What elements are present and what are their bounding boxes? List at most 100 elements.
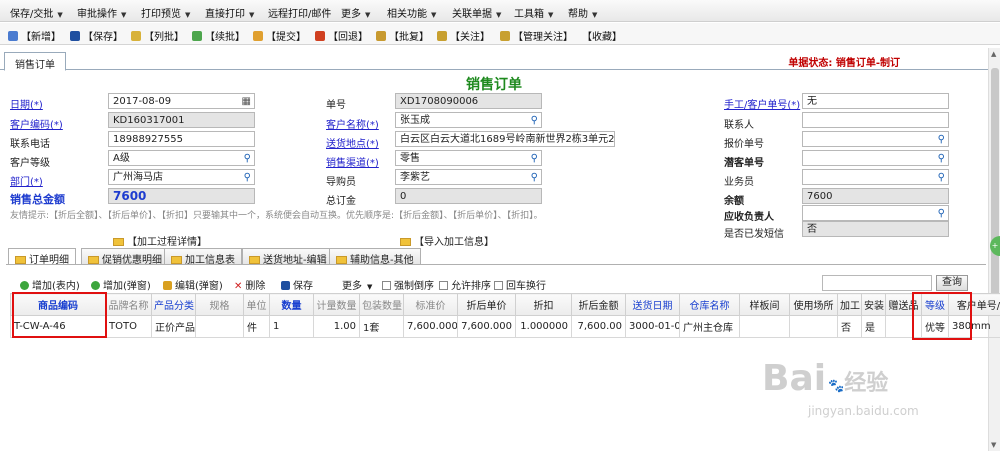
quote-field[interactable]: ⚲ <box>802 131 949 147</box>
col-install[interactable]: 安装 <box>861 293 886 316</box>
col-qty[interactable]: 数量 <box>269 293 314 316</box>
search-icon[interactable]: ⚲ <box>244 152 251 165</box>
cust-name-field[interactable]: 张玉成 ⚲ <box>395 112 542 128</box>
col-spec[interactable]: 规格 <box>195 293 244 316</box>
search-icon[interactable]: ⚲ <box>938 207 945 220</box>
menu-linked-docs[interactable]: 关联单据 ▼ <box>452 5 501 20</box>
cell-pack-qty[interactable]: 1套 <box>359 315 404 338</box>
potential-field[interactable]: ⚲ <box>802 150 949 166</box>
cell-delivery-date[interactable]: 3000-01-01 <box>625 315 680 338</box>
cell-disc-price[interactable]: 7,600.000 <box>457 315 516 338</box>
force-desc-checkbox[interactable]: 强制倒序 <box>382 277 434 292</box>
col-use-place[interactable]: 使用场所 <box>789 293 838 316</box>
menu-print-preview[interactable]: 打印预览 ▼ <box>141 5 190 20</box>
col-disc-price[interactable]: 折后单价 <box>457 293 516 316</box>
phone-field[interactable]: 18988927555 <box>108 131 255 147</box>
tab-delivery-addr[interactable]: 送货地址-编辑 <box>242 248 334 266</box>
scroll-up-icon[interactable]: ▲ <box>991 50 996 58</box>
col-delivery-date[interactable]: 送货日期 <box>625 293 680 316</box>
tab-aux-info[interactable]: 辅助信息-其他 <box>329 248 421 266</box>
menu-save-submit[interactable]: 保存/交批 ▼ <box>10 5 63 20</box>
reply-button[interactable]: 【批复】 <box>376 28 429 43</box>
search-icon[interactable]: ⚲ <box>244 171 251 184</box>
delete-button[interactable]: ✕ 删除 <box>234 277 265 292</box>
cell-install[interactable]: 是 <box>861 315 886 338</box>
col-disc-amount[interactable]: 折后金额 <box>571 293 626 316</box>
col-discount[interactable]: 折扣 <box>515 293 572 316</box>
process-detail-link[interactable]: 【加工过程详情】 <box>113 233 207 248</box>
search-icon[interactable]: ⚲ <box>531 114 538 127</box>
rollback-button[interactable]: 【回退】 <box>315 28 368 43</box>
level-field[interactable]: A级 ⚲ <box>108 150 255 166</box>
tab-sales-order[interactable]: 销售订单 <box>4 52 66 71</box>
col-std-price[interactable]: 标准价 <box>403 293 458 316</box>
col-brand[interactable]: 品牌名称 <box>105 293 152 316</box>
menu-help[interactable]: 帮助 ▼ <box>568 5 597 20</box>
cell-use-place[interactable] <box>789 315 838 338</box>
search-icon[interactable]: ⚲ <box>531 171 538 184</box>
cell-std-price[interactable]: 7,600.000 <box>403 315 458 338</box>
menu-direct-print[interactable]: 直接打印 ▼ <box>205 5 254 20</box>
save-button[interactable]: 【保存】 <box>70 28 123 43</box>
query-button[interactable]: 查询 <box>936 275 968 291</box>
channel-field[interactable]: 零售 ⚲ <box>395 150 542 166</box>
submit-button[interactable]: 【提交】 <box>253 28 306 43</box>
cell-disc-amount[interactable]: 7,600.00 <box>571 315 626 338</box>
col-measure-qty[interactable]: 计量数量 <box>313 293 360 316</box>
col-warehouse[interactable]: 仓库名称 <box>679 293 740 316</box>
sales-field[interactable]: ⚲ <box>802 169 949 185</box>
scroll-thumb[interactable] <box>991 68 999 308</box>
import-process-link[interactable]: 【导入加工信息】 <box>400 233 494 248</box>
follow-button[interactable]: 【关注】 <box>437 28 490 43</box>
calendar-icon[interactable]: ▦ <box>242 95 251 108</box>
edit-popup-button[interactable]: 编辑(弹窗) <box>163 277 223 292</box>
cell-discount[interactable]: 1.000000 <box>515 315 572 338</box>
menu-more[interactable]: 更多 ▼ <box>341 5 370 20</box>
grid-search-input[interactable] <box>822 275 932 291</box>
ar-field[interactable]: ⚲ <box>802 205 949 221</box>
cell-measure-qty[interactable]: 1.00 <box>313 315 360 338</box>
guide-field[interactable]: 李紫艺 ⚲ <box>395 169 542 185</box>
cell-warehouse[interactable]: 广州主仓库 <box>679 315 740 338</box>
allow-sort-checkbox[interactable]: 允许排序 <box>439 277 491 292</box>
cell-category[interactable]: 正价产品 <box>151 315 196 338</box>
search-icon[interactable]: ⚲ <box>938 133 945 146</box>
menu-toolbox[interactable]: 工具箱 ▼ <box>514 5 553 20</box>
search-icon[interactable]: ⚲ <box>938 171 945 184</box>
cell-unit[interactable]: 件 <box>243 315 270 338</box>
col-sample-room[interactable]: 样板间 <box>739 293 790 316</box>
cell-qty[interactable]: 1 <box>269 315 314 338</box>
cell-brand[interactable]: TOTO <box>105 315 152 338</box>
continue-approve-button[interactable]: 【续批】 <box>192 28 245 43</box>
dept-field[interactable]: 广州海马店 ⚲ <box>108 169 255 185</box>
menu-remote-print[interactable]: 远程打印/邮件 <box>268 5 331 20</box>
cell-sample-room[interactable] <box>739 315 790 338</box>
col-process[interactable]: 加工 <box>837 293 862 316</box>
grid-more-button[interactable]: 更多 ▼ <box>342 277 372 292</box>
manage-follow-button[interactable]: 【管理关注】 <box>500 28 573 43</box>
tab-order-detail[interactable]: 订单明细 <box>8 248 76 266</box>
col-unit[interactable]: 单位 <box>243 293 270 316</box>
addr-field[interactable]: 白云区白云大道北1689号岭南新世界2栋3单元2楼02 <box>395 131 615 147</box>
scroll-down-icon[interactable]: ▼ <box>991 441 996 449</box>
add-popup-button[interactable]: 增加(弹窗) <box>91 277 151 292</box>
col-category[interactable]: 产品分类 <box>151 293 196 316</box>
col-pack-qty[interactable]: 包装数量 <box>359 293 404 316</box>
tab-process-info[interactable]: 加工信息表 <box>164 248 242 266</box>
search-icon[interactable]: ⚲ <box>938 152 945 165</box>
tab-promotion-detail[interactable]: 促销优惠明细 <box>81 248 169 266</box>
search-icon[interactable]: ⚲ <box>531 152 538 165</box>
menu-related[interactable]: 相关功能 ▼ <box>387 5 436 20</box>
new-button[interactable]: 【新增】 <box>8 28 61 43</box>
enter-newline-checkbox[interactable]: 回车换行 <box>494 277 546 292</box>
cell-spec[interactable] <box>195 315 244 338</box>
cell-process[interactable]: 否 <box>837 315 862 338</box>
list-approve-button[interactable]: 【列批】 <box>131 28 184 43</box>
date-field[interactable]: 2017-08-09 ▦ <box>108 93 255 109</box>
add-inline-button[interactable]: 增加(表内) <box>20 277 80 292</box>
grid-save-button[interactable]: 保存 <box>281 277 313 292</box>
table-row[interactable]: T-CW-A-46 TOTO 正价产品 件 1 1.00 1套 7,600.00… <box>10 315 1000 338</box>
contact-field[interactable] <box>802 112 949 128</box>
manual-no-field[interactable]: 无 <box>802 93 949 109</box>
favorite-button[interactable]: 【收藏】 <box>582 28 622 43</box>
